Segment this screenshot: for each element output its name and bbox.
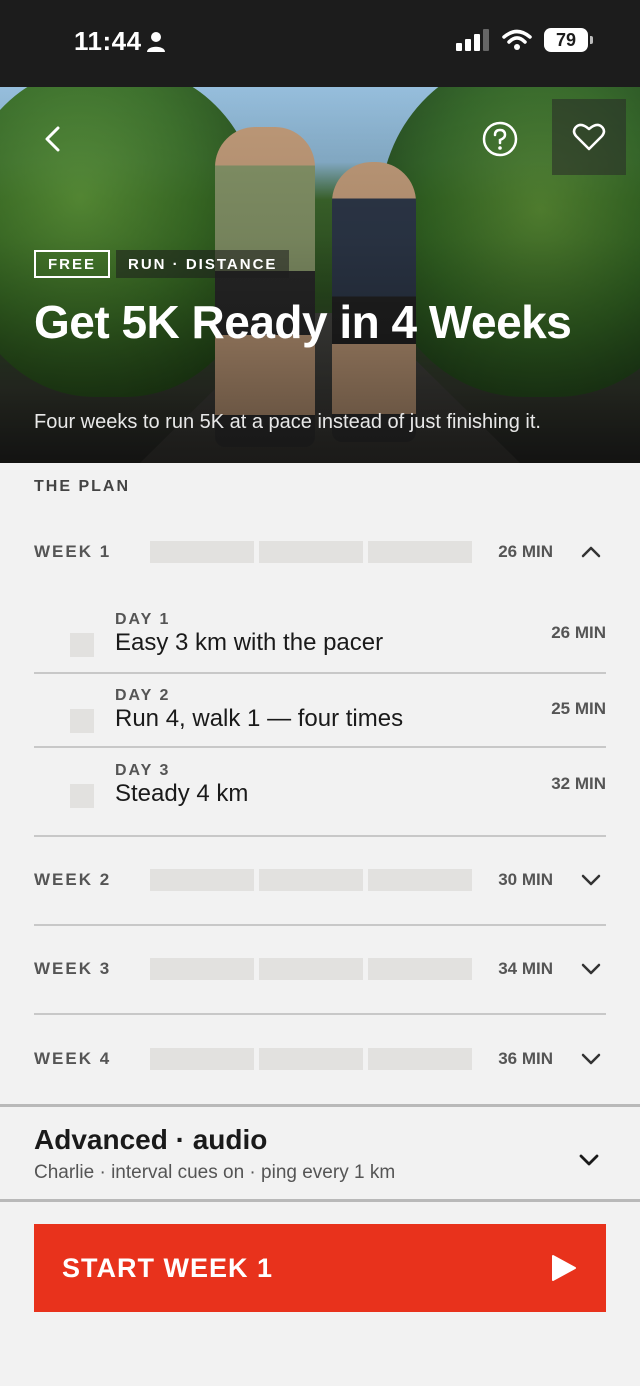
week-progress [150, 958, 472, 980]
section-label: THE PLAN [34, 478, 130, 495]
day-progress-bar [368, 541, 472, 563]
week-label: WEEK 4 [34, 1049, 112, 1068]
day-checkbox[interactable] [70, 784, 94, 808]
day-row-2[interactable]: DAY 2 Run 4, walk 1 — four times 25 MIN [34, 687, 606, 759]
week-progress [150, 1048, 472, 1070]
week-row-4[interactable]: WEEK 4 36 MIN [34, 1029, 606, 1089]
divider [34, 672, 606, 674]
week-duration: 30 MIN [498, 870, 553, 889]
week-row-1[interactable]: WEEK 1 26 MIN [34, 522, 606, 582]
chevron-down-icon[interactable] [578, 1150, 600, 1170]
start-button-label: START WEEK 1 [62, 1252, 274, 1283]
day-title: Run 4, walk 1 — four times [115, 705, 404, 732]
favorite-button[interactable] [552, 99, 626, 175]
advanced-subtitle: Charlie · interval cues on · ping every … [34, 1162, 396, 1183]
day-checkbox[interactable] [70, 709, 94, 733]
status-indicators: 79 [456, 28, 593, 52]
day-label: DAY 1 [115, 611, 171, 628]
advanced-audio-section[interactable]: Advanced · audio Charlie · interval cues… [34, 1124, 606, 1194]
day-label: DAY 3 [115, 762, 171, 779]
wifi-icon [502, 29, 532, 50]
hero-banner: FREE RUN · DISTANCE Get 5K Ready in 4 We… [0, 87, 640, 463]
tag-free: FREE [34, 250, 111, 278]
chevron-down-icon[interactable] [580, 959, 602, 979]
person-icon [147, 32, 165, 52]
week-duration: 26 MIN [498, 542, 553, 561]
week-row-2[interactable]: WEEK 2 30 MIN [34, 850, 606, 910]
back-icon [45, 126, 60, 152]
status-bar: 11:44 79 [0, 0, 640, 87]
day-duration: 32 MIN [551, 774, 606, 793]
divider [34, 835, 606, 837]
chevron-up-icon[interactable] [580, 542, 602, 562]
day-progress-bar [150, 541, 254, 563]
heart-icon [572, 123, 606, 151]
battery-level: 79 [555, 29, 577, 50]
day-progress-bar [368, 869, 472, 891]
day-title: Steady 4 km [115, 780, 249, 807]
back-button[interactable] [32, 119, 72, 159]
week-progress [150, 541, 472, 563]
week-label: WEEK 3 [34, 959, 112, 978]
day-title: Easy 3 km with the pacer [115, 629, 384, 656]
section-divider [0, 1104, 640, 1107]
chevron-down-icon[interactable] [580, 1049, 602, 1069]
tag-row: FREE RUN · DISTANCE [34, 250, 290, 278]
week-label: WEEK 2 [34, 870, 112, 889]
help-icon [482, 121, 518, 157]
day-label: DAY 2 [115, 687, 171, 704]
day-row-3[interactable]: DAY 3 Steady 4 km 32 MIN [34, 762, 606, 834]
day-progress-bar [150, 958, 254, 980]
day-progress-bar [368, 958, 472, 980]
start-week-button[interactable]: START WEEK 1 [34, 1224, 606, 1312]
day-duration: 26 MIN [551, 623, 606, 642]
day-checkbox[interactable] [70, 633, 94, 657]
plan-subtitle: Four weeks to run 5K at a pace instead o… [34, 411, 541, 433]
week-progress [150, 869, 472, 891]
day-progress-bar [259, 869, 363, 891]
play-icon [552, 1255, 576, 1281]
week-duration: 36 MIN [498, 1049, 553, 1068]
chevron-down-icon[interactable] [580, 870, 602, 890]
week-duration: 34 MIN [498, 959, 553, 978]
battery-icon: 79 [544, 28, 593, 52]
day-progress-bar [368, 1048, 472, 1070]
week-label: WEEK 1 [34, 542, 112, 561]
week-row-3[interactable]: WEEK 3 34 MIN [34, 939, 606, 999]
status-time: 11:44 [74, 26, 142, 56]
help-button[interactable] [480, 119, 520, 159]
plan-title: Get 5K Ready in 4 Weeks [34, 296, 572, 348]
tag-category: RUN · DISTANCE [116, 250, 290, 278]
day-progress-bar [259, 1048, 363, 1070]
day-duration: 25 MIN [551, 699, 606, 718]
signal-icon [456, 29, 489, 51]
day-progress-bar [150, 869, 254, 891]
divider [34, 1013, 606, 1015]
advanced-title: Advanced · audio [34, 1124, 268, 1155]
section-divider [0, 1199, 640, 1202]
day-progress-bar [259, 958, 363, 980]
day-progress-bar [150, 1048, 254, 1070]
divider [34, 924, 606, 926]
day-progress-bar [259, 541, 363, 563]
divider [34, 746, 606, 748]
